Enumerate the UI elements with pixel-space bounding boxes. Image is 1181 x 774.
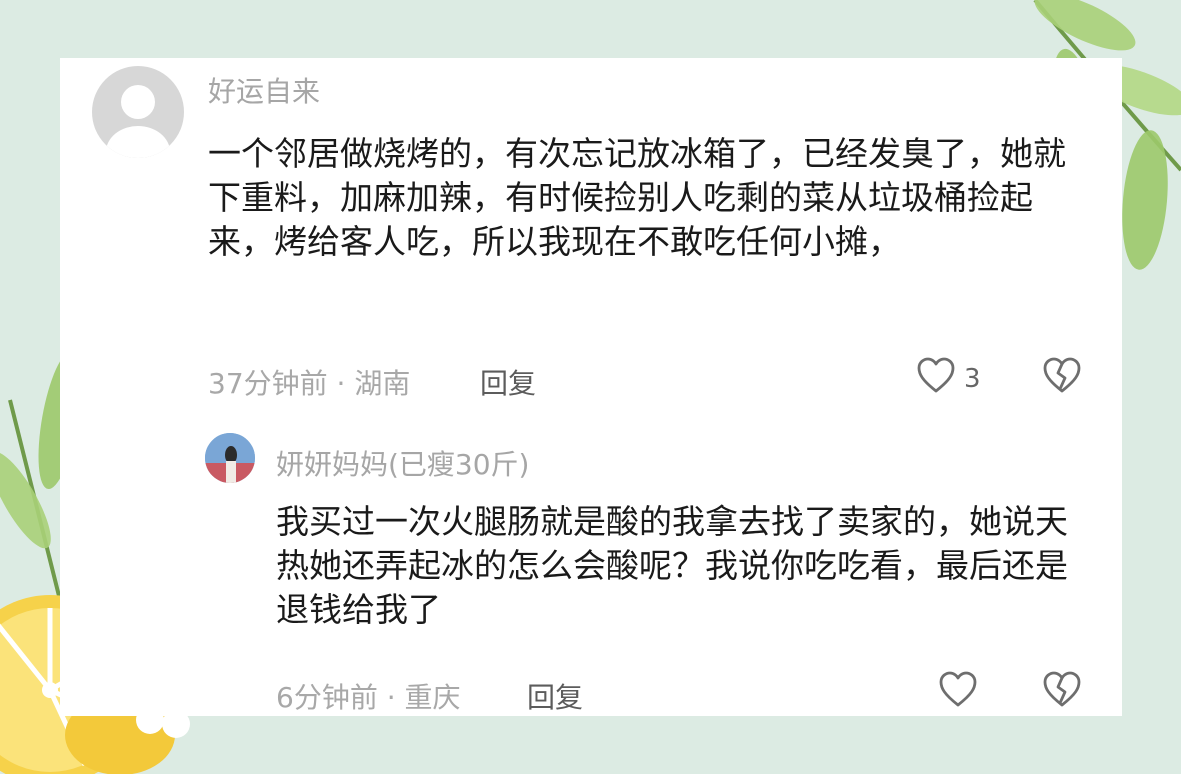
comment-card: 好运自来 一个邻居做烧烤的，有次忘记放冰箱了，已经发臭了，她就下重料，加麻加辣，… — [60, 58, 1122, 716]
reply-text: 我买过一次火腿肠就是酸的我拿去找了卖家的，她说天热她还弄起冰的怎么会酸呢？我说你… — [276, 502, 1068, 629]
broken-heart-icon[interactable] — [1042, 356, 1082, 396]
comment-meta: 37分钟前 · 湖南 — [208, 367, 411, 400]
broken-heart-icon[interactable] — [1042, 670, 1082, 710]
heart-outline-icon[interactable] — [916, 356, 956, 396]
avatar[interactable] — [205, 433, 255, 483]
reply-button[interactable]: 回复 — [527, 676, 583, 716]
comment-text: 一个邻居做烧烤的，有次忘记放冰箱了，已经发臭了，她就下重料，加麻加辣，有时候捡别… — [208, 134, 1066, 261]
reply-meta: 6分钟前 · 重庆 — [276, 681, 461, 714]
comment-username[interactable]: 好运自来 — [208, 70, 320, 110]
person-silhouette-icon — [106, 85, 170, 158]
avatar[interactable] — [92, 66, 184, 158]
user-photo-avatar — [205, 433, 255, 483]
heart-outline-icon[interactable] — [938, 670, 978, 710]
reply-username[interactable]: 妍妍妈妈(已瘦30斤) — [276, 443, 529, 483]
reply-button[interactable]: 回复 — [480, 362, 536, 402]
like-count: 3 — [964, 364, 981, 394]
